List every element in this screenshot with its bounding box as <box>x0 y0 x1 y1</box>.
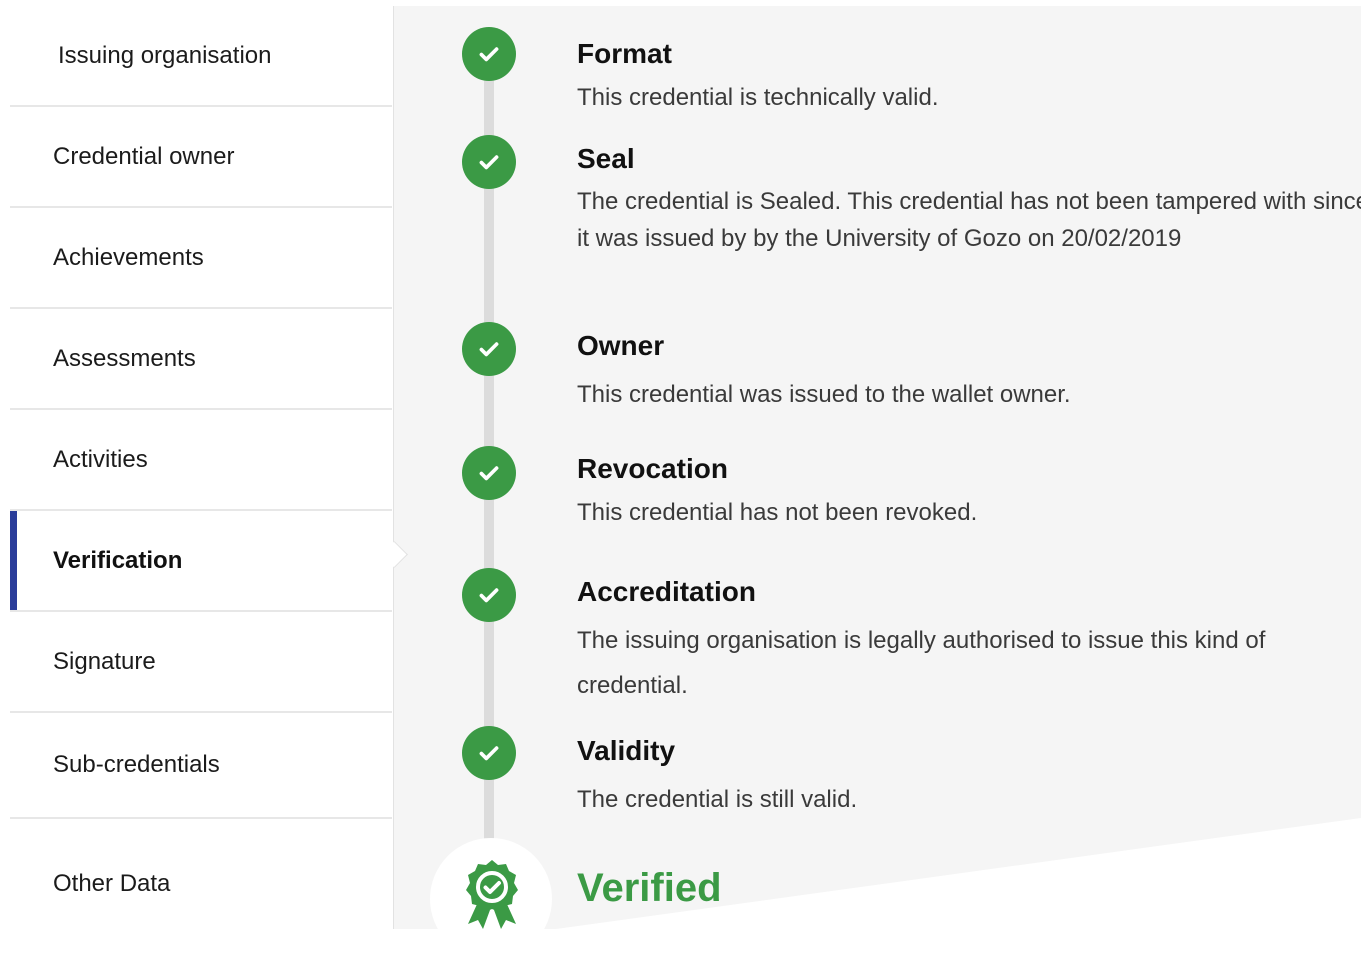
sidebar-nav: Issuing organisation Credential owner Ac… <box>10 6 392 929</box>
check-circle-icon <box>462 726 516 780</box>
step-title-format: Format <box>577 38 672 69</box>
sidebar-item-signature[interactable]: Signature <box>10 612 392 713</box>
sidebar-item-label: Assessments <box>53 344 196 372</box>
check-circle-icon <box>462 135 516 189</box>
sidebar-item-label: Activities <box>53 445 148 473</box>
sidebar-item-credential-owner[interactable]: Credential owner <box>10 107 392 208</box>
step-title-seal: Seal <box>577 143 635 174</box>
step-title-validity: Validity <box>577 735 676 766</box>
check-circle-icon <box>462 27 516 81</box>
step-title-revocation: Revocation <box>577 453 728 484</box>
check-circle-icon <box>462 446 516 500</box>
step-description-validity: The credential is still valid. <box>577 786 858 813</box>
step-description-seal: The credential is Sealed. This credentia… <box>577 188 1361 252</box>
sidebar-item-assessments[interactable]: Assessments <box>10 309 392 410</box>
step-description-format: This credential is technically valid. <box>577 84 939 111</box>
step-description-accreditation: The issuing organisation is legally auth… <box>577 627 1266 699</box>
sidebar-item-achievements[interactable]: Achievements <box>10 208 392 309</box>
sidebar-item-sub-credentials[interactable]: Sub-credentials <box>10 713 392 819</box>
sidebar-item-other-data[interactable]: Other Data <box>10 819 392 949</box>
check-circle-icon <box>462 568 516 622</box>
sidebar-item-label: Signature <box>53 647 156 675</box>
active-indicator <box>10 511 17 610</box>
step-title-accreditation: Accreditation <box>577 576 756 607</box>
sidebar-item-label: Verification <box>53 546 183 574</box>
sidebar-item-label: Achievements <box>53 243 204 271</box>
sidebar-item-label: Issuing organisation <box>58 41 272 69</box>
step-title-owner: Owner <box>577 330 665 361</box>
sidebar-item-activities[interactable]: Activities <box>10 410 392 511</box>
sidebar-item-label: Sub-credentials <box>53 751 220 778</box>
sidebar-item-issuing-organisation[interactable]: Issuing organisation <box>10 6 392 107</box>
sidebar-item-label: Other Data <box>53 870 171 897</box>
sidebar-item-verification[interactable]: Verification <box>10 511 392 612</box>
verification-panel <box>393 6 1361 929</box>
step-description-owner: This credential was issued to the wallet… <box>577 381 1071 408</box>
award-badge-icon <box>466 860 518 929</box>
check-circle-icon <box>462 322 516 376</box>
step-description-revocation: This credential has not been revoked. <box>577 499 978 526</box>
verified-status-label: Verified <box>577 866 722 910</box>
sidebar-item-label: Credential owner <box>53 142 235 170</box>
